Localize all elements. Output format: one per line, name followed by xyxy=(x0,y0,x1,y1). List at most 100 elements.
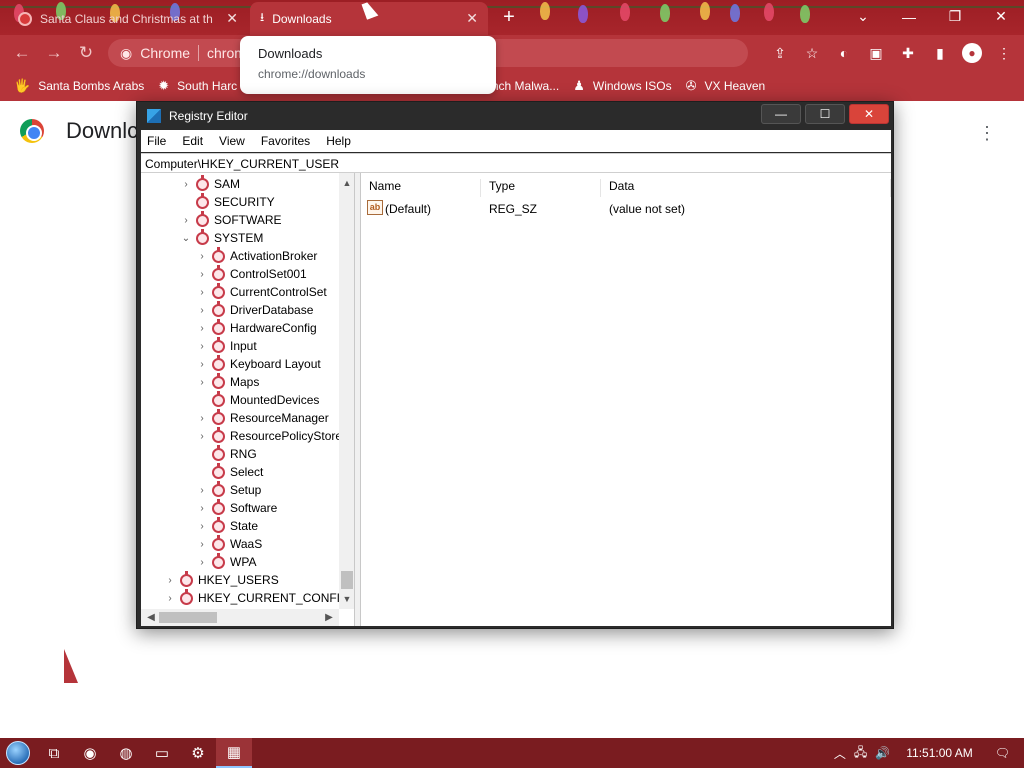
tree-horizontal-scrollbar[interactable]: ◀ ▶ xyxy=(141,609,339,626)
chrome-taskbar-icon[interactable]: ◉ xyxy=(72,738,108,768)
value-row[interactable]: ab (Default) REG_SZ (value not set) xyxy=(361,199,892,219)
tree-node[interactable]: › SAM xyxy=(181,174,240,193)
volume-icon[interactable]: 🔊 xyxy=(875,746,890,760)
menu-file[interactable]: File xyxy=(147,134,166,148)
tree-node[interactable]: › Setup xyxy=(197,480,261,499)
tree-node[interactable]: › Keyboard Layout xyxy=(197,354,321,373)
collapse-arrow-icon[interactable]: ⌄ xyxy=(181,233,191,244)
bookmark-item[interactable]: ✹ South Harc xyxy=(158,78,237,94)
expand-arrow-icon[interactable]: › xyxy=(197,431,207,442)
clock[interactable]: 11:51:00 AM xyxy=(906,746,973,760)
page-menu-icon[interactable]: ⋮ xyxy=(978,123,996,144)
tree-node[interactable]: › DriverDatabase xyxy=(197,300,313,319)
tree-node[interactable]: › Software xyxy=(197,498,277,517)
bookmark-star-icon[interactable]: ☆ xyxy=(798,39,826,67)
column-header-name[interactable]: Name xyxy=(361,179,481,197)
regedit-titlebar[interactable]: Registry Editor — ☐ ✕ xyxy=(137,102,893,130)
extensions-puzzle-icon[interactable]: ✚ xyxy=(894,39,922,67)
tree-node[interactable]: › SOFTWARE xyxy=(181,210,282,229)
expand-arrow-icon[interactable]: › xyxy=(197,251,207,262)
expand-arrow-icon[interactable]: › xyxy=(197,377,207,388)
expand-arrow-icon[interactable]: › xyxy=(197,359,207,370)
expand-arrow-icon[interactable]: › xyxy=(181,215,191,226)
address-bar[interactable]: Computer\HKEY_CURRENT_USER xyxy=(141,153,891,173)
tree-node[interactable]: › ActivationBroker xyxy=(197,246,317,265)
close-button[interactable]: ✕ xyxy=(849,104,889,124)
extension-s-icon[interactable]: ▣ xyxy=(862,39,890,67)
column-header-data[interactable]: Data xyxy=(601,179,891,197)
tree-node[interactable]: › HardwareConfig xyxy=(197,318,317,337)
start-button[interactable] xyxy=(0,738,36,768)
expand-arrow-icon[interactable]: › xyxy=(181,179,191,190)
task-view-icon[interactable]: ⧉ xyxy=(36,738,72,768)
tab-search-icon[interactable]: ⌄ xyxy=(840,0,886,33)
bookmark-item[interactable]: 🖐 Santa Bombs Arabs xyxy=(14,78,144,94)
expand-arrow-icon[interactable]: › xyxy=(197,287,207,298)
menu-kebab-icon[interactable]: ⋮ xyxy=(990,39,1018,67)
tray-chevron-icon[interactable]: ︿ xyxy=(834,745,846,762)
expand-arrow-icon[interactable]: › xyxy=(197,413,207,424)
scroll-thumb[interactable] xyxy=(341,571,353,589)
file-explorer-icon[interactable]: ▭ xyxy=(144,738,180,768)
back-button[interactable]: ← xyxy=(6,37,38,69)
close-icon[interactable]: ✕ xyxy=(226,10,238,27)
column-header-type[interactable]: Type xyxy=(481,179,601,197)
tab-santa[interactable]: Santa Claus and Christmas at th ✕ xyxy=(8,2,248,35)
minimize-button[interactable]: — xyxy=(761,104,801,124)
tree-node[interactable]: › HKEY_CURRENT_CONFIG xyxy=(165,588,349,607)
close-icon[interactable]: ✕ xyxy=(466,10,478,27)
expand-arrow-icon[interactable]: › xyxy=(197,521,207,532)
bookmark-item[interactable]: ♟ Windows ISOs xyxy=(573,78,671,94)
tree-node[interactable]: › WaaS xyxy=(197,534,262,553)
tree-node[interactable]: › CurrentControlSet xyxy=(197,282,327,301)
tree-node[interactable]: › Input xyxy=(197,336,257,355)
expand-arrow-icon[interactable]: › xyxy=(165,575,175,586)
expand-arrow-icon[interactable]: › xyxy=(197,323,207,334)
scroll-right-icon[interactable]: ▶ xyxy=(321,609,337,626)
extension-flag-icon[interactable]: ◐ xyxy=(830,39,858,67)
share-icon[interactable]: ⇪ xyxy=(766,39,794,67)
menu-view[interactable]: View xyxy=(219,134,245,148)
side-panel-icon[interactable]: ▮ xyxy=(926,39,954,67)
expand-arrow-icon[interactable]: › xyxy=(197,503,207,514)
tree-node[interactable]: › HKEY_USERS xyxy=(165,570,279,589)
scroll-thumb[interactable] xyxy=(159,612,217,623)
scroll-down-icon[interactable]: ▼ xyxy=(339,591,354,607)
profile-icon[interactable]: ● xyxy=(958,39,986,67)
tree-node[interactable]: › Maps xyxy=(197,372,259,391)
scroll-up-icon[interactable]: ▲ xyxy=(339,175,354,191)
expand-arrow-icon[interactable]: › xyxy=(197,539,207,550)
tree-node[interactable]: MountedDevices xyxy=(197,390,319,409)
minimize-button[interactable]: — xyxy=(886,0,932,33)
expand-arrow-icon[interactable]: › xyxy=(197,341,207,352)
expand-arrow-icon[interactable]: › xyxy=(197,557,207,568)
tree-node[interactable]: › ResourceManager xyxy=(197,408,329,427)
maximize-button[interactable]: ☐ xyxy=(805,104,845,124)
app-taskbar-icon[interactable]: ⚙ xyxy=(180,738,216,768)
restore-button[interactable]: ❐ xyxy=(932,0,978,33)
tree-node[interactable]: › ControlSet001 xyxy=(197,264,307,283)
tree-vertical-scrollbar[interactable]: ▲ ▼ xyxy=(339,173,354,609)
forward-button[interactable]: → xyxy=(38,37,70,69)
expand-arrow-icon[interactable]: › xyxy=(197,485,207,496)
menu-favorites[interactable]: Favorites xyxy=(261,134,310,148)
tree-node[interactable]: RNG xyxy=(197,444,257,463)
tree-node[interactable]: Select xyxy=(197,462,263,481)
tree-node[interactable]: › WPA xyxy=(197,552,256,571)
expand-arrow-icon[interactable]: › xyxy=(197,269,207,280)
tree-node[interactable]: ⌄ SYSTEM xyxy=(181,228,263,247)
new-tab-button[interactable]: + xyxy=(498,6,520,29)
close-window-button[interactable]: ✕ xyxy=(978,0,1024,33)
expand-arrow-icon[interactable]: › xyxy=(165,593,175,604)
regedit-taskbar-icon[interactable]: ▦ xyxy=(216,738,252,768)
scroll-left-icon[interactable]: ◀ xyxy=(143,609,159,626)
bookmark-item[interactable]: ✇ VX Heaven xyxy=(686,78,766,94)
tree-node[interactable]: › ResourcePolicyStore xyxy=(197,426,342,445)
firefox-taskbar-icon[interactable]: ◍ xyxy=(108,738,144,768)
tree-node[interactable]: › State xyxy=(197,516,258,535)
bookmark-item[interactable]: anch Malwa... xyxy=(485,79,559,93)
network-icon[interactable]: 🖧 xyxy=(854,743,867,764)
menu-edit[interactable]: Edit xyxy=(182,134,203,148)
notifications-icon[interactable]: 🗨 xyxy=(995,746,1010,760)
reload-button[interactable]: ↻ xyxy=(70,37,102,69)
